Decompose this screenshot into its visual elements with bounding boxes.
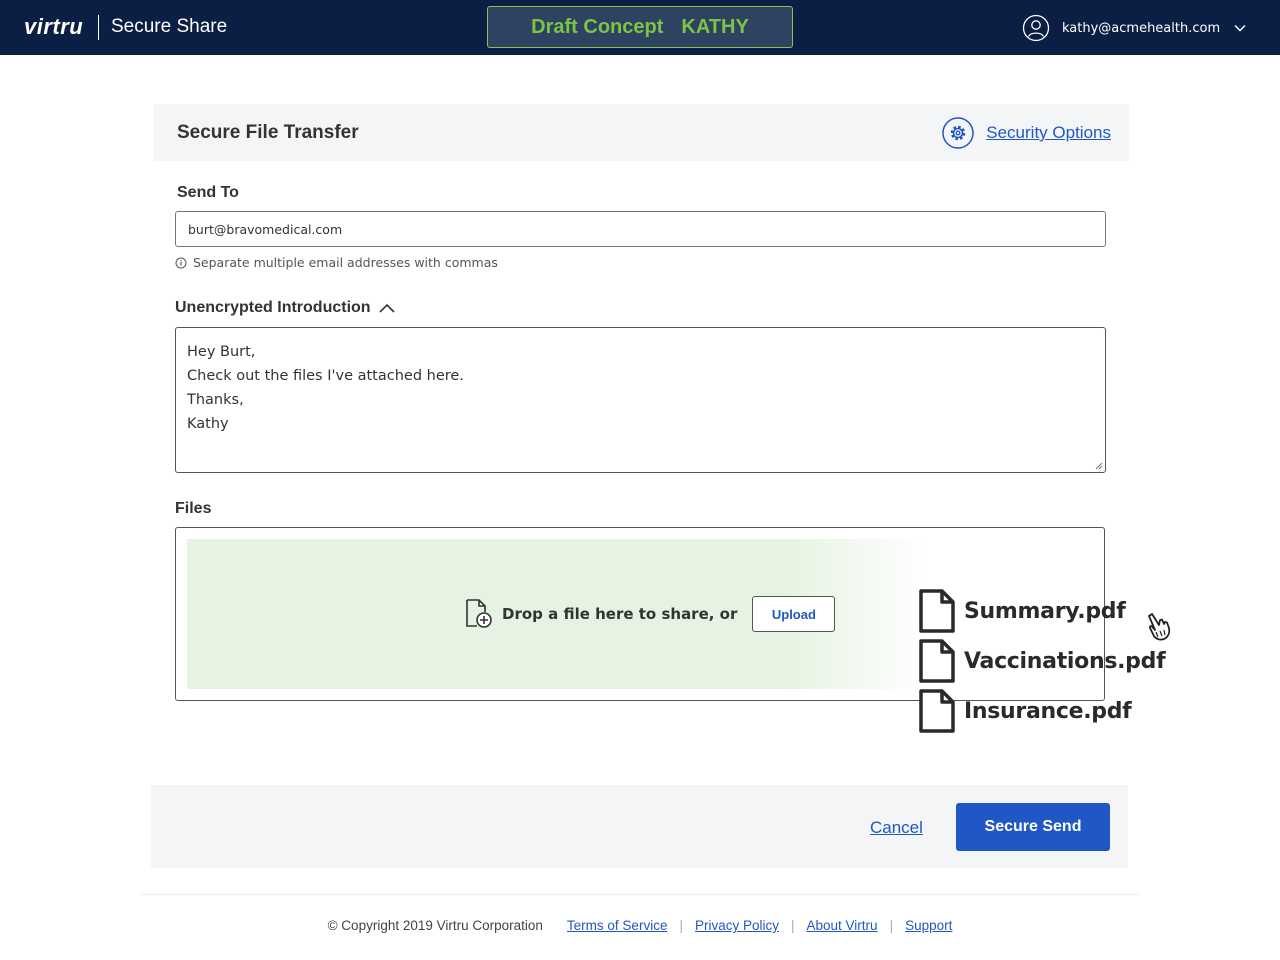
dragged-file-item: Insurance.pdf [918,686,1165,736]
about-virtru-link[interactable]: About Virtru [807,918,878,933]
cancel-button[interactable]: Cancel [870,818,923,838]
terms-of-service-link[interactable]: Terms of Service [567,918,668,933]
user-avatar-icon [1022,14,1050,42]
intro-line: Kathy [187,416,229,432]
files-label: Files [175,500,212,517]
hand-cursor-icon [1148,613,1171,641]
resize-handle-icon[interactable] [1094,461,1103,470]
user-email: kathy@acmehealth.com [1062,20,1221,36]
logo-divider [98,15,99,40]
intro-message-field[interactable]: Hey Burt, Check out the files I've attac… [175,327,1106,473]
send-to-label: Send To [177,184,239,201]
email-hint: Separate multiple email addresses with c… [175,255,498,270]
user-menu[interactable]: kathy@acmehealth.com [1022,14,1246,42]
secure-send-button[interactable]: Secure Send [956,803,1110,851]
dragged-file-name: Vaccinations.pdf [964,648,1166,674]
dragged-file-name: Summary.pdf [964,598,1126,624]
dropzone-content: Drop a file here to share, or Upload [464,596,836,632]
dragged-file-item: Summary.pdf [918,586,1165,636]
intro-line: Thanks, [187,392,244,408]
footer-separator: | [791,918,795,933]
intro-label: Unencrypted Introduction [175,299,371,316]
action-bar: Cancel Secure Send [151,785,1128,868]
support-link[interactable]: Support [905,918,952,933]
footer-divider [140,894,1140,895]
top-navigation-bar: virtru Secure Share Draft Concept KATHY … [0,0,1280,55]
chevron-up-icon [378,303,395,313]
dragged-files: Summary.pdf Vaccinations.pdf Insurance.p… [918,586,1166,736]
privacy-policy-link[interactable]: Privacy Policy [695,918,779,933]
email-hint-text: Separate multiple email addresses with c… [193,255,498,270]
footer-separator: | [679,918,683,933]
gear-icon [942,117,975,149]
intro-line: Hey Burt, [187,344,256,360]
app-name: Secure Share [111,16,228,37]
draft-badge-label: Draft Concept [531,15,664,38]
transfer-header: Secure File Transfer Security Options [154,104,1129,161]
document-icon [919,639,955,683]
copyright-text: © Copyright 2019 Virtru Corporation [327,918,543,933]
chevron-down-icon [1234,25,1246,32]
draft-concept-badge: Draft Concept KATHY [487,6,793,48]
dragged-file-name: Insurance.pdf [964,698,1132,724]
document-icon [919,589,955,633]
intro-toggle[interactable]: Unencrypted Introduction [175,299,395,317]
page-title: Secure File Transfer [177,122,359,143]
dropzone-text: Drop a file here to share, or [502,605,738,623]
document-icon [919,689,955,733]
security-options-link[interactable]: Security Options [986,123,1111,143]
info-icon [175,257,187,268]
footer: © Copyright 2019 Virtru Corporation Term… [0,918,1280,933]
recipient-email-field[interactable] [175,211,1106,247]
add-file-icon [466,599,492,628]
security-options-button[interactable]: Security Options [942,117,1111,149]
draft-badge-user: KATHY [681,15,749,38]
footer-separator: | [889,918,894,933]
virtru-logo[interactable]: virtru [24,14,83,40]
intro-line: Check out the files I've attached here. [187,368,464,384]
upload-button[interactable]: Upload [752,596,836,632]
dragged-file-item: Vaccinations.pdf [918,636,1166,686]
